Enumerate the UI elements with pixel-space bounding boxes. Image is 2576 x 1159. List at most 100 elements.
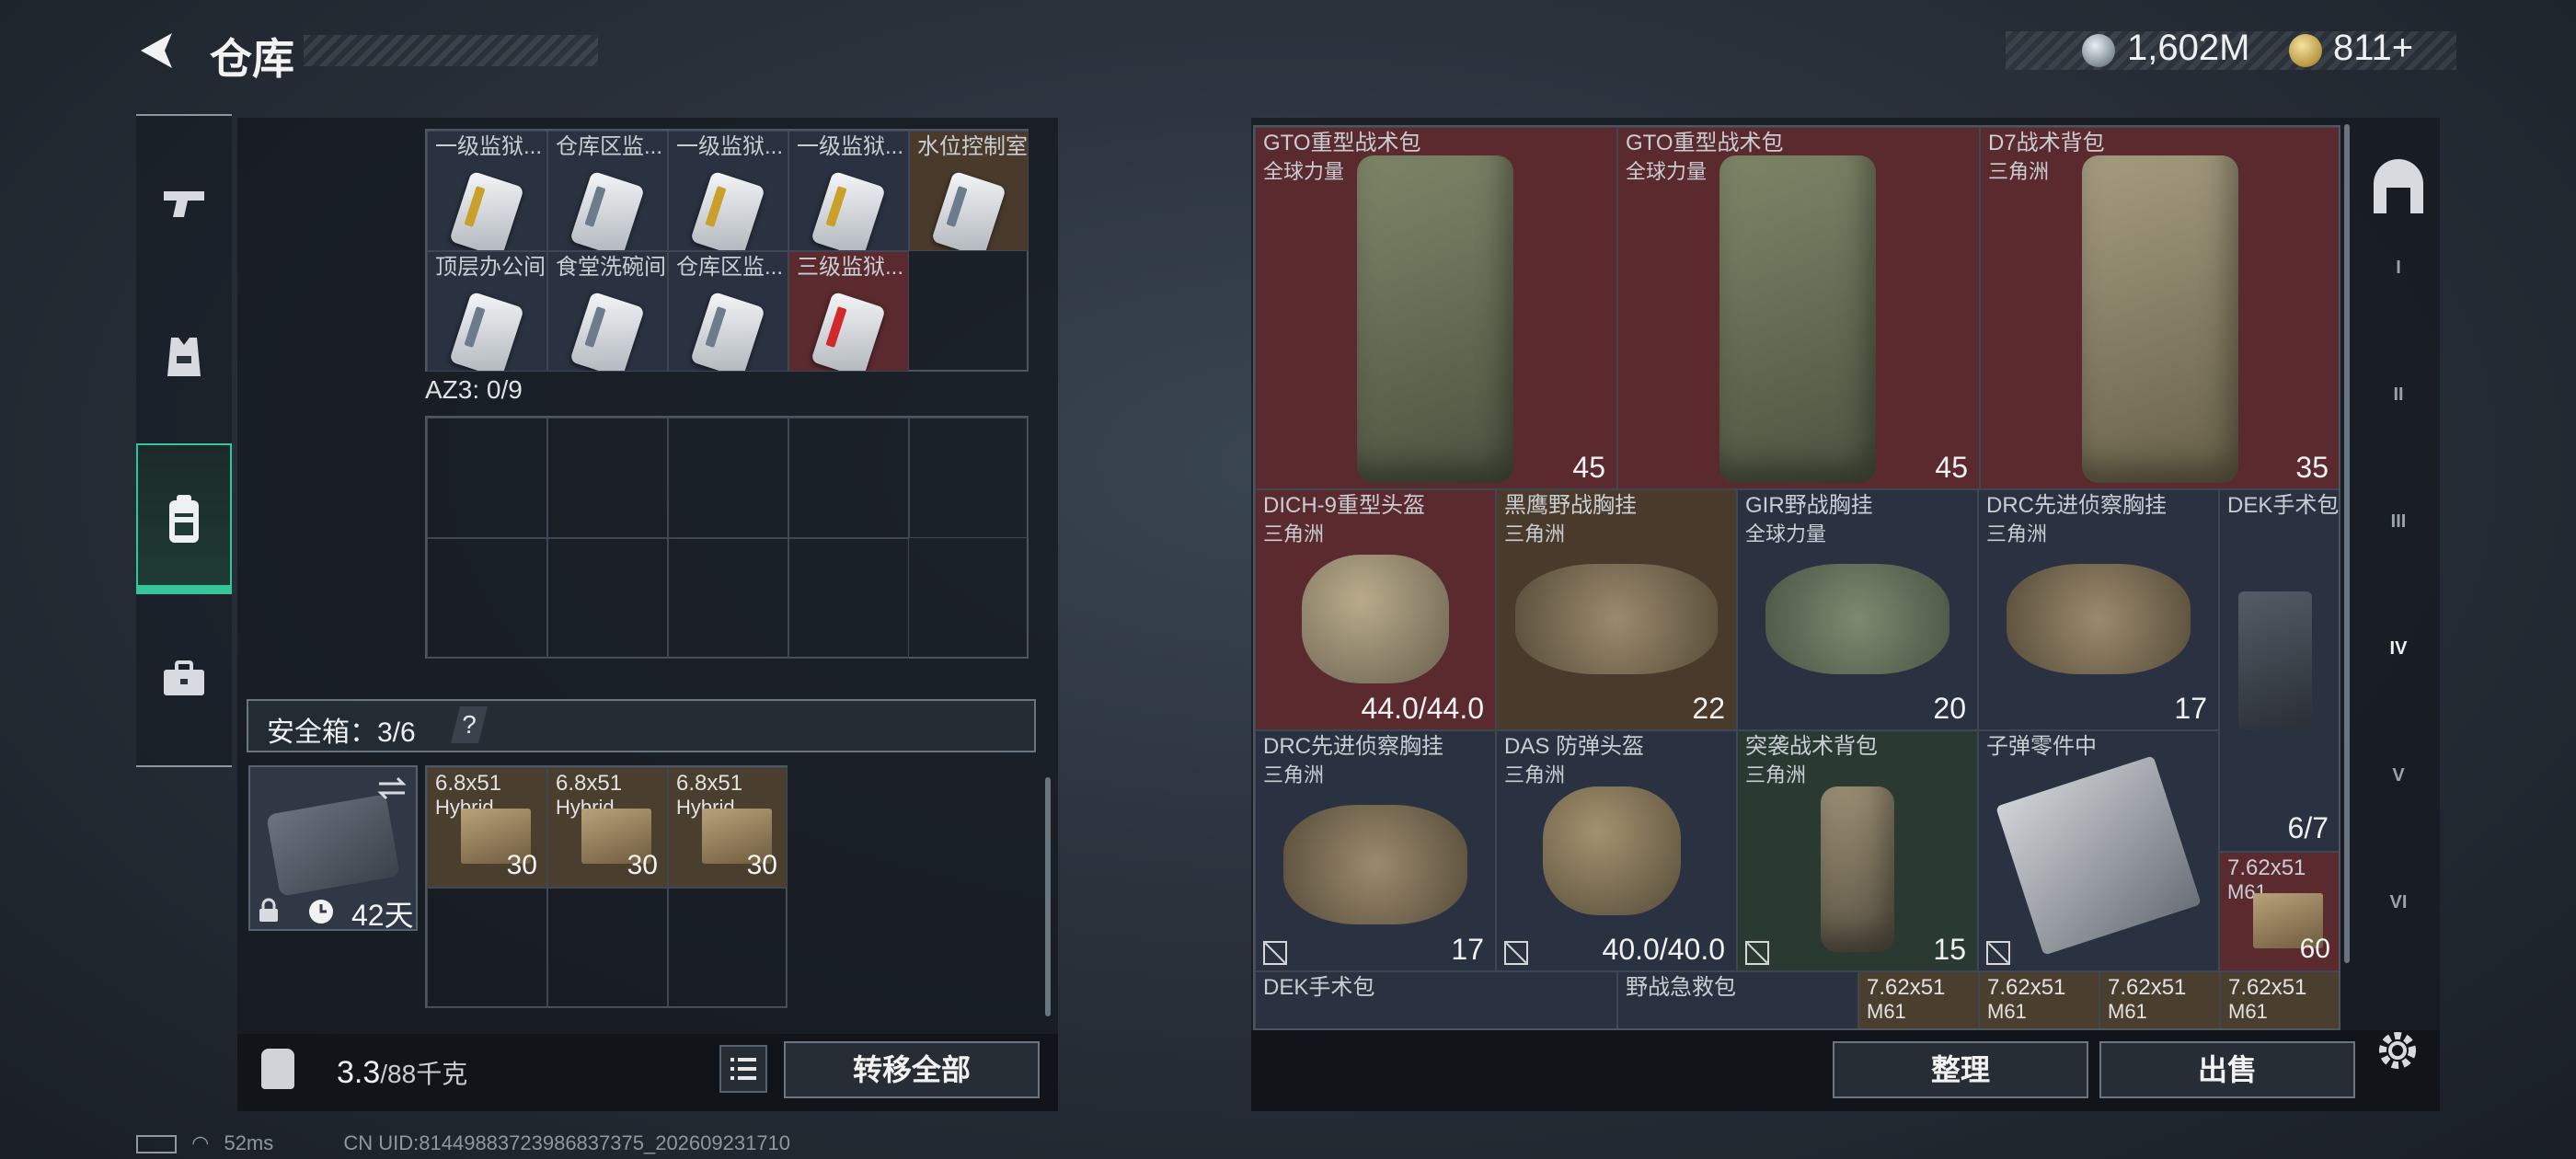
nav-armor[interactable] [136, 281, 232, 432]
item-ammo-762[interactable]: 7.62x51 M61 [1979, 971, 2099, 1028]
rig-image [1515, 564, 1718, 674]
uid-text: CN UID:81449883723986837375_202609231710 [343, 1131, 791, 1154]
storage-filter-nav: I II III IV V VI [2355, 118, 2440, 1019]
item-tuxi-pack[interactable]: 突袭战术背包 三角洲 15 [1737, 730, 1978, 971]
silver-amount: 1,602M [2127, 28, 2250, 68]
nav-backpack[interactable] [136, 443, 232, 594]
filter-tier-2[interactable]: II [2366, 362, 2431, 427]
sell-button[interactable]: 出售 [2099, 1041, 2355, 1098]
item-name: D7战术背包 [1988, 131, 2105, 155]
keycard-label: 顶层办公间 [435, 255, 546, 280]
item-sub: 三角洲 [1504, 763, 1566, 786]
keycard-slot[interactable]: 水位控制室 [909, 131, 1029, 251]
item-sub: 三角洲 [1988, 160, 2050, 183]
ammo-name: 6.8x51 [556, 771, 623, 796]
all-items-icon[interactable] [2366, 156, 2431, 221]
item-name: DAS 防弹头盔 [1504, 734, 1645, 759]
item-dek-kit-1[interactable]: DEK手术包 6/7 [2219, 489, 2340, 852]
empty-slot[interactable] [547, 418, 668, 538]
item-capacity: 15 [1933, 933, 1966, 966]
empty-slot[interactable] [547, 538, 668, 659]
empty-slot[interactable] [788, 418, 909, 538]
empty-slot[interactable] [427, 538, 547, 659]
ammo-slot[interactable]: 6.8x51 Hybrid 30 [547, 767, 668, 888]
item-gir-rig[interactable]: GIR野战胸挂 全球力量 20 [1737, 489, 1978, 730]
item-gto-pack-1[interactable]: GTO重型战术包 全球力量 45 [1255, 127, 1617, 489]
empty-slot[interactable] [909, 418, 1029, 538]
empty-slot[interactable] [668, 418, 788, 538]
backpack-icon [169, 495, 199, 543]
item-name: 7.62x51 [2227, 855, 2306, 880]
lock-icon [259, 898, 278, 922]
keycard-label: 一级监狱... [797, 134, 904, 159]
item-dek-kit-2[interactable]: DEK手术包 [1255, 971, 1617, 1028]
ping-text: 52ms [224, 1131, 274, 1154]
item-ammo-762[interactable]: 7.62x51 M61 [1858, 971, 1979, 1028]
item-first-aid[interactable]: 野战急救包 [1617, 971, 1858, 1028]
right-scrollbar[interactable] [2344, 124, 2350, 963]
backpack-image [1821, 786, 1894, 952]
settings-gear-icon[interactable] [2374, 1027, 2421, 1074]
weight-value: 3.3 [337, 1055, 381, 1090]
item-name: 7.62x51 [2228, 975, 2307, 1000]
keycard-slot[interactable]: 仓库区监... [547, 131, 668, 251]
item-sub: 三角洲 [1745, 763, 1807, 786]
keycard-slot[interactable]: 食堂洗碗间 [547, 251, 668, 372]
filter-tier-4[interactable]: IV [2366, 616, 2431, 681]
list-view-button[interactable] [719, 1045, 767, 1093]
item-drc-rig-1[interactable]: DRC先进侦察胸挂 三角洲 17 [1978, 489, 2219, 730]
item-gto-pack-2[interactable]: GTO重型战术包 全球力量 45 [1617, 127, 1980, 489]
empty-slot[interactable] [788, 538, 909, 659]
nav-case[interactable] [136, 603, 232, 754]
item-bullet-parts[interactable]: 子弹零件中 [1978, 730, 2219, 971]
ammo-slot[interactable]: 6.8x51 Hybrid 30 [668, 767, 788, 888]
swap-icon[interactable] [375, 775, 408, 802]
empty-slot[interactable] [668, 538, 788, 659]
filter-tier-3[interactable]: III [2366, 489, 2431, 554]
nav-weapon[interactable] [136, 129, 232, 280]
empty-slot[interactable] [668, 888, 788, 1008]
item-ammo-762[interactable]: 7.62x51 M61 [2220, 971, 2339, 1028]
left-scrollbar[interactable] [1045, 777, 1051, 1016]
item-sub: M61 [2228, 1000, 2268, 1023]
empty-slot[interactable] [427, 418, 547, 538]
backpack-image [1357, 155, 1513, 483]
keycard-label: 一级监狱... [435, 134, 543, 159]
item-dich-helmet[interactable]: DICH-9重型头盔 三角洲 44.0/44.0 [1255, 489, 1496, 730]
item-ammo-762[interactable]: 7.62x51 M61 60 [2219, 852, 2339, 971]
keycard-slot[interactable]: 仓库区监... [668, 251, 788, 372]
safe-box-label: 安全箱：3/6 [267, 717, 416, 748]
keycard-slot[interactable]: 三级监狱... [788, 251, 909, 372]
empty-slot[interactable] [427, 888, 547, 1008]
filter-tier-1[interactable]: I [2366, 235, 2431, 300]
transfer-all-button[interactable]: 转移全部 [784, 1041, 1040, 1098]
item-ammo-762[interactable]: 7.62x51 M61 [2099, 971, 2220, 1028]
keycard-slot[interactable]: 顶层办公间 [427, 251, 547, 372]
item-sub: 全球力量 [1263, 160, 1345, 183]
item-d7-pack[interactable]: D7战术背包 三角洲 35 [1980, 127, 2339, 489]
item-name: GTO重型战术包 [1626, 131, 1784, 155]
ammo-slot[interactable]: 6.8x51 Hybrid 30 [427, 767, 547, 888]
keycard-slot[interactable]: 一级监狱... [427, 131, 547, 251]
keycard-slot[interactable]: 一级监狱... [668, 131, 788, 251]
item-capacity: 45 [1935, 451, 1968, 484]
item-capacity: 17 [1451, 933, 1484, 966]
keycard-label: 食堂洗碗间 [556, 255, 666, 280]
ammo-count: 60 [2299, 934, 2330, 964]
back-arrow-icon[interactable] [133, 28, 179, 74]
empty-slot[interactable] [547, 888, 668, 1008]
item-das-helmet[interactable]: DAS 防弹头盔 三角洲 40.0/40.0 [1496, 730, 1737, 971]
item-name: DEK手术包 [2227, 493, 2340, 518]
sort-button[interactable]: 整理 [1833, 1041, 2088, 1098]
rig-image [1765, 564, 1949, 674]
item-sub: M61 [1867, 1000, 1906, 1023]
item-drc-rig-2[interactable]: DRC先进侦察胸挂 三角洲 17 [1255, 730, 1496, 971]
filter-tier-6[interactable]: VI [2366, 870, 2431, 935]
filter-tier-5[interactable]: V [2366, 743, 2431, 808]
keycard-slot[interactable]: 一级监狱... [788, 131, 909, 251]
keycard-icon [569, 291, 645, 371]
weight-max: /88千克 [380, 1060, 468, 1088]
keycard-label: 水位控制室 [917, 134, 1028, 159]
item-heiying-rig[interactable]: 黑鹰野战胸挂 三角洲 22 [1496, 489, 1737, 730]
item-capacity: 35 [2295, 451, 2329, 484]
